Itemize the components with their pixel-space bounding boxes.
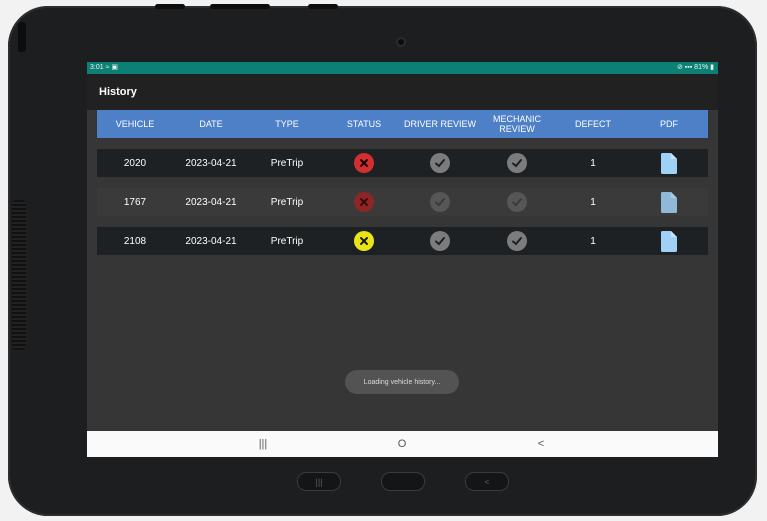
front-camera — [398, 39, 404, 45]
driver-review-cell — [400, 227, 480, 255]
defect-cell: 1 — [590, 196, 596, 208]
power-button — [308, 4, 338, 9]
date-cell: 2023-04-21 — [185, 157, 237, 169]
app-bar: History — [87, 74, 718, 110]
wifi-icon: ≈ — [105, 64, 110, 71]
column-header-date[interactable]: DATE — [171, 110, 251, 138]
status-cell — [324, 188, 404, 216]
mechanic-review-cell — [477, 188, 557, 216]
column-header-mechanic-review[interactable]: MECHANIC REVIEW — [487, 110, 547, 138]
vehicle-cell: 2108 — [123, 235, 147, 247]
pdf-cell[interactable] — [629, 188, 709, 216]
status-failed-icon — [354, 192, 374, 212]
hardware-recents-button[interactable]: ||| — [297, 472, 341, 491]
table-row[interactable]: 2020 2023-04-21 PreTrip 1 — [97, 149, 708, 177]
table-row[interactable]: 1767 2023-04-21 PreTrip 1 — [97, 188, 708, 216]
column-header-defect[interactable]: DEFECT — [553, 110, 633, 138]
status-bar-right: ⊘ ▪▪▪ 81% ▮ — [677, 62, 714, 74]
check-icon — [507, 153, 527, 173]
status-cell — [324, 149, 404, 177]
pdf-cell[interactable] — [629, 227, 709, 255]
status-warning-icon — [354, 231, 374, 251]
mute-icon: ⊘ — [676, 64, 683, 71]
signal-icon: ▪▪▪ — [684, 64, 693, 71]
navigation-bar: ||| O < — [87, 431, 718, 457]
table-header: VEHICLE DATE TYPE STATUS DRIVER REVIEW M… — [97, 110, 708, 138]
type-cell: PreTrip — [270, 235, 304, 247]
side-grip — [12, 200, 26, 350]
back-button[interactable]: < — [526, 431, 556, 457]
screen: 3:01 ≈ ▣ ⊘ ▪▪▪ 81% ▮ History VEHICLE DAT… — [87, 62, 718, 457]
battery-icon: ▮ — [710, 64, 714, 71]
recents-button[interactable]: ||| — [248, 431, 278, 457]
mechanic-review-cell — [477, 149, 557, 177]
check-icon — [430, 231, 450, 251]
driver-review-cell — [400, 149, 480, 177]
check-icon — [507, 192, 527, 212]
battery-percent: 81% — [694, 64, 709, 71]
image-icon: ▣ — [111, 64, 118, 71]
loading-toast: Loading vehicle history... — [345, 370, 459, 394]
side-key — [18, 22, 26, 52]
mechanic-review-cell — [477, 227, 557, 255]
check-icon — [430, 153, 450, 173]
column-header-status[interactable]: STATUS — [324, 110, 404, 138]
type-cell: PreTrip — [270, 196, 304, 208]
pdf-file-icon[interactable] — [661, 152, 677, 174]
vehicle-cell: 1767 — [123, 196, 147, 208]
pdf-file-icon[interactable] — [661, 230, 677, 252]
defect-cell: 1 — [590, 157, 596, 169]
clock: 3:01 — [90, 64, 104, 71]
check-icon — [507, 231, 527, 251]
check-icon — [430, 192, 450, 212]
hardware-back-button[interactable]: < — [465, 472, 509, 491]
volume-button — [210, 4, 270, 9]
column-header-type[interactable]: TYPE — [247, 110, 327, 138]
status-bar: 3:01 ≈ ▣ ⊘ ▪▪▪ 81% ▮ — [87, 62, 718, 74]
volume-button — [155, 4, 185, 9]
status-failed-icon — [354, 153, 374, 173]
pdf-cell[interactable] — [629, 149, 709, 177]
type-cell: PreTrip — [270, 157, 304, 169]
hardware-home-button[interactable] — [381, 472, 425, 491]
column-header-vehicle[interactable]: VEHICLE — [95, 110, 175, 138]
status-cell — [324, 227, 404, 255]
page-title: History — [99, 86, 137, 98]
date-cell: 2023-04-21 — [185, 235, 237, 247]
date-cell: 2023-04-21 — [185, 196, 237, 208]
column-header-driver-review[interactable]: DRIVER REVIEW — [400, 110, 480, 138]
driver-review-cell — [400, 188, 480, 216]
pdf-file-icon[interactable] — [661, 191, 677, 213]
column-header-pdf[interactable]: PDF — [629, 110, 709, 138]
vehicle-cell: 2020 — [123, 157, 147, 169]
home-button[interactable]: O — [387, 431, 417, 457]
defect-cell: 1 — [590, 235, 596, 247]
status-bar-left: 3:01 ≈ ▣ — [90, 62, 118, 74]
table-row[interactable]: 2108 2023-04-21 PreTrip 1 — [97, 227, 708, 255]
